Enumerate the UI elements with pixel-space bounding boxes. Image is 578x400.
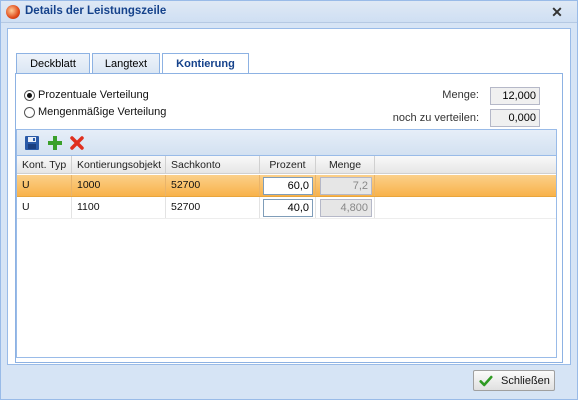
radio-label-mengenmaessig: Mengenmäßige Verteilung bbox=[38, 106, 167, 118]
cell-menge: 4,800 bbox=[316, 197, 375, 218]
noch-zu-verteilen-field: 0,000 bbox=[490, 109, 540, 127]
tab-strip: Deckblatt Langtext Kontierung bbox=[16, 53, 564, 76]
cell-kont-typ: U bbox=[17, 175, 72, 196]
column-header-menge[interactable]: Menge bbox=[316, 156, 375, 174]
table-row[interactable]: U 1000 52700 60,0 7,2 bbox=[17, 175, 556, 197]
close-icon[interactable]: ✕ bbox=[549, 4, 565, 20]
radio-mengenmaessig[interactable]: Mengenmäßige Verteilung bbox=[24, 104, 166, 120]
menge-label: Menge: bbox=[442, 89, 479, 101]
app-logo-icon bbox=[6, 5, 20, 19]
table-row[interactable]: U 1100 52700 40,0 4,800 bbox=[17, 197, 556, 219]
delete-icon[interactable] bbox=[69, 135, 85, 151]
cell-sachkonto: 52700 bbox=[166, 197, 260, 218]
cell-prozent: 60,0 bbox=[260, 175, 316, 196]
menge-readonly-field: 4,800 bbox=[320, 199, 372, 217]
cell-menge: 7,2 bbox=[316, 175, 375, 196]
window-title: Details der Leistungszeile bbox=[25, 5, 167, 17]
cell-prozent: 40,0 bbox=[260, 197, 316, 218]
grid-header: Kont. Typ Kontierungsobjekt Sachkonto Pr… bbox=[17, 156, 556, 174]
grid-toolbar bbox=[16, 129, 557, 155]
prozent-input[interactable]: 40,0 bbox=[263, 199, 313, 217]
radio-button-checked[interactable] bbox=[24, 89, 35, 101]
save-icon[interactable] bbox=[24, 135, 40, 151]
check-icon bbox=[479, 375, 493, 386]
column-header-kontierungsobjekt[interactable]: Kontierungsobjekt bbox=[72, 156, 166, 174]
menge-field: 12,000 bbox=[490, 87, 540, 105]
tab-deckblatt[interactable]: Deckblatt bbox=[16, 53, 90, 75]
menge-readonly-field: 7,2 bbox=[320, 177, 372, 195]
title-bar[interactable]: Details der Leistungszeile ✕ bbox=[1, 1, 577, 23]
tab-langtext[interactable]: Langtext bbox=[92, 53, 160, 75]
noch-zu-verteilen-label: noch zu verteilen: bbox=[392, 112, 479, 124]
cell-kontierungsobjekt: 1100 bbox=[72, 197, 166, 218]
radio-label-prozentual: Prozentuale Verteilung bbox=[38, 89, 149, 101]
kontierung-grid: Kont. Typ Kontierungsobjekt Sachkonto Pr… bbox=[16, 155, 557, 358]
close-button[interactable]: Schließen bbox=[473, 370, 555, 391]
radio-button-unchecked[interactable] bbox=[24, 106, 35, 118]
column-header-prozent[interactable]: Prozent bbox=[260, 156, 316, 174]
close-button-label: Schließen bbox=[501, 374, 550, 387]
column-header-sachkonto[interactable]: Sachkonto bbox=[166, 156, 260, 174]
dialog-window: Details der Leistungszeile ✕ Deckblatt L… bbox=[0, 0, 578, 400]
cell-sachkonto: 52700 bbox=[166, 175, 260, 196]
column-header-kont-typ[interactable]: Kont. Typ bbox=[17, 156, 72, 174]
cell-kontierungsobjekt: 1000 bbox=[72, 175, 166, 196]
radio-prozentual[interactable]: Prozentuale Verteilung bbox=[24, 87, 149, 103]
add-icon[interactable] bbox=[47, 135, 63, 151]
cell-kont-typ: U bbox=[17, 197, 72, 218]
prozent-input[interactable]: 60,0 bbox=[263, 177, 313, 195]
